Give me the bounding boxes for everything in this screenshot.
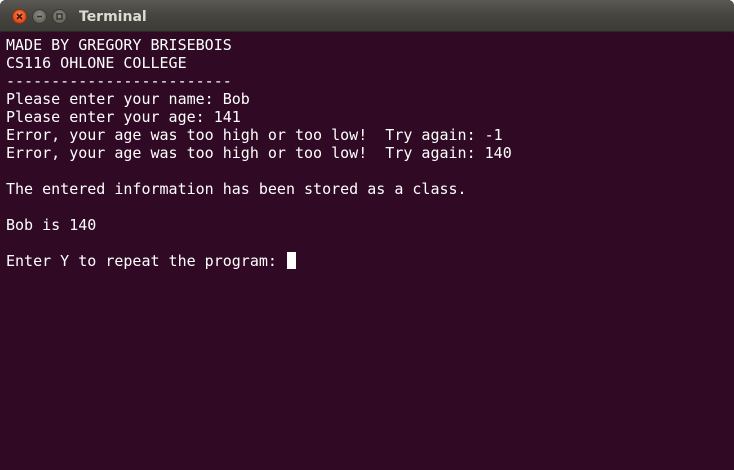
terminal-prompt-line[interactable]: Enter Y to repeat the program: xyxy=(6,252,734,270)
text-cursor xyxy=(286,252,296,269)
close-button[interactable] xyxy=(12,9,27,24)
minimize-button[interactable] xyxy=(32,9,47,24)
terminal-window: Terminal MADE BY GREGORY BRISEBOIS CS116… xyxy=(0,0,734,470)
prompt-text: Enter Y to repeat the program: xyxy=(6,252,286,270)
terminal-line: Please enter your name: Bob xyxy=(6,90,250,108)
maximize-button[interactable] xyxy=(52,9,67,24)
terminal-output[interactable]: MADE BY GREGORY BRISEBOIS CS116 OHLONE C… xyxy=(0,33,734,470)
terminal-line: Bob is 140 xyxy=(6,216,97,234)
terminal-line: MADE BY GREGORY BRISEBOIS xyxy=(6,36,232,54)
terminal-line: The entered information has been stored … xyxy=(6,180,467,198)
terminal-line: Error, your age was too high or too low!… xyxy=(6,126,503,144)
title-bar[interactable]: Terminal xyxy=(0,0,734,32)
minimize-icon xyxy=(36,13,43,20)
terminal-line: Please enter your age: 141 xyxy=(6,108,241,126)
window-title: Terminal xyxy=(79,9,147,25)
terminal-line: ------------------------- xyxy=(6,72,232,90)
terminal-line: CS116 OHLONE COLLEGE xyxy=(6,54,187,72)
terminal-line: Error, your age was too high or too low!… xyxy=(6,144,512,162)
close-icon xyxy=(16,13,23,20)
maximize-icon xyxy=(56,13,63,20)
